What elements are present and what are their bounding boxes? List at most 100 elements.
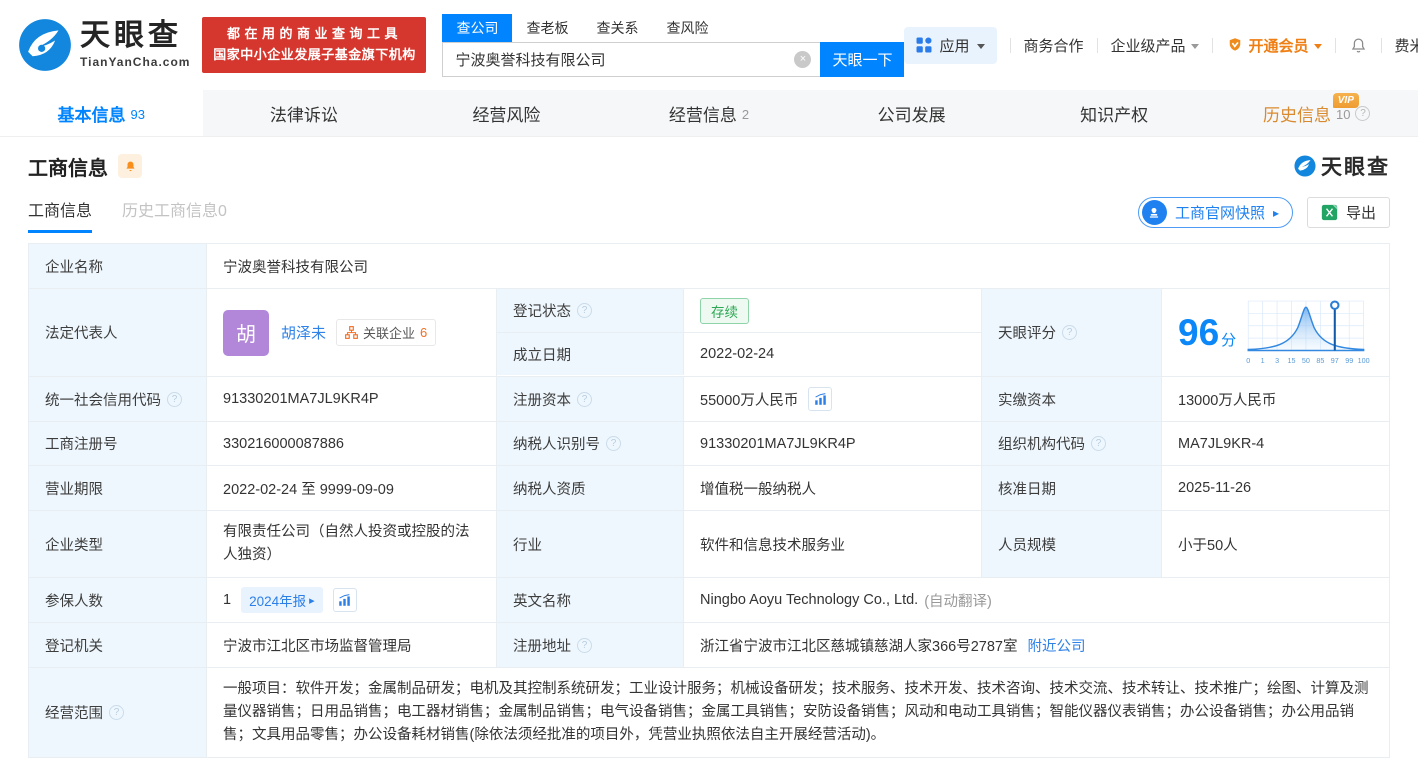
stamp-icon xyxy=(1141,200,1167,225)
field-label: 营业期限 xyxy=(29,466,206,510)
table-row: 经营范围 ? 一般项目：软件开发；金属制品研发；电机及其控制系统研发；工业设计服… xyxy=(29,667,1389,757)
field-label: 注册地址 ? xyxy=(496,623,683,667)
notifications-button[interactable] xyxy=(1349,36,1368,55)
search-input[interactable] xyxy=(442,41,821,77)
nearby-companies-link[interactable]: 附近公司 xyxy=(1027,635,1085,656)
help-icon[interactable]: ? xyxy=(606,436,621,451)
monitor-bell-button[interactable] xyxy=(118,154,142,178)
search-button[interactable]: 天眼一下 xyxy=(820,41,905,77)
table-row: 工商注册号 330216000087886 纳税人识别号 ? 91330201M… xyxy=(29,421,1389,465)
search-tab-boss[interactable]: 查老板 xyxy=(512,14,582,42)
bell-icon xyxy=(125,161,135,171)
tab-history-info[interactable]: VIP 历史信息 10 ? xyxy=(1215,90,1418,136)
svg-text:1: 1 xyxy=(1261,355,1265,364)
search-tab-risk[interactable]: 查风险 xyxy=(652,14,722,42)
svg-text:85: 85 xyxy=(1317,355,1325,364)
search-tabs: 查公司 查老板 查关系 查风险 xyxy=(442,13,904,42)
svg-text:15: 15 xyxy=(1288,355,1296,364)
english-name-cell: Ningbo Aoyu Technology Co., Ltd. (自动翻译) xyxy=(683,578,1389,622)
help-icon[interactable]: ? xyxy=(1355,105,1371,121)
help-icon[interactable]: ? xyxy=(577,391,592,407)
field-label: 工商注册号 xyxy=(29,422,206,465)
field-label: 核准日期 xyxy=(981,466,1161,510)
org-chart-icon xyxy=(345,326,358,339)
export-button[interactable]: 导出 xyxy=(1306,197,1390,228)
tab-intellectual-property[interactable]: 知识产权 xyxy=(1013,90,1216,136)
help-icon[interactable]: ? xyxy=(577,637,592,653)
table-row: 法定代表人 胡 胡泽未 关联企业 6 登记状态 ? 存续 成立日期 2022-0… xyxy=(29,288,1389,376)
industry-value: 软件和信息技术服务业 xyxy=(683,511,981,577)
apps-label: 应用 xyxy=(939,37,970,55)
excel-icon xyxy=(1321,204,1338,221)
svg-text:50: 50 xyxy=(1302,355,1310,364)
tab-company-development[interactable]: 公司发展 xyxy=(810,90,1013,136)
credit-code-value: 91330201MA7JL9KR4P xyxy=(206,377,496,421)
clear-search-icon[interactable]: × xyxy=(794,50,812,68)
table-row: 企业名称 宁波奥誉科技有限公司 xyxy=(29,244,1389,288)
apps-grid-icon xyxy=(916,37,932,53)
score-distribution-chart: 0 1 3 15 50 85 97 99 100 xyxy=(1246,299,1370,364)
tianyancha-logo-icon xyxy=(19,19,71,71)
score-cell: 96 分 0 1 3 15 50 85 97 99 100 xyxy=(1161,289,1389,376)
field-label: 纳税人资质 xyxy=(496,466,683,510)
svg-text:99: 99 xyxy=(1345,355,1353,364)
help-icon[interactable]: ? xyxy=(1091,436,1106,451)
top-nav: 应用 商务合作 企业级产品 开通会员 费米 xyxy=(904,26,1418,64)
field-label: 行业 xyxy=(496,511,683,577)
business-info-table: 企业名称 宁波奥誉科技有限公司 法定代表人 胡 胡泽未 关联企业 6 登记状态 … xyxy=(28,243,1390,758)
est-date-value: 2022-02-24 xyxy=(683,333,981,375)
taxpayer-quality-value: 增值税一般纳税人 xyxy=(683,466,981,510)
nav-open-vip[interactable]: 开通会员 xyxy=(1226,35,1322,56)
reg-number-value: 330216000087886 xyxy=(206,422,496,465)
field-label: 法定代表人 xyxy=(29,289,206,376)
field-label: 人员规模 xyxy=(981,511,1161,577)
official-snapshot-button[interactable]: 工商官网快照 ▸ xyxy=(1137,197,1293,228)
help-icon[interactable]: ? xyxy=(167,391,182,407)
slogan-line-1: 都在用的商业查询工具 xyxy=(226,26,402,42)
top-header: 天眼查 TianYanCha.com 都在用的商业查询工具 国家中小企业发展子基… xyxy=(0,0,1418,90)
annual-report-tag[interactable]: 2024年报 ▸ xyxy=(241,587,323,613)
field-label: 英文名称 xyxy=(496,578,683,622)
nav-biz-cooperation[interactable]: 商务合作 xyxy=(1024,35,1084,56)
score-marker-pin xyxy=(1330,299,1340,310)
org-code-value: MA7JL9KR-4 xyxy=(1161,422,1389,465)
field-label: 统一社会信用代码 ? xyxy=(29,377,206,421)
taxpayer-id-value: 91330201MA7JL9KR4P xyxy=(683,422,981,465)
search-tab-relation[interactable]: 查关系 xyxy=(582,14,652,42)
tab-basic-info[interactable]: 基本信息 93 xyxy=(0,90,203,136)
user-menu[interactable]: 费米 xyxy=(1395,35,1418,56)
help-icon[interactable]: ? xyxy=(1062,325,1077,340)
help-icon[interactable]: ? xyxy=(109,705,124,720)
tab-legal-proceedings[interactable]: 法律诉讼 xyxy=(203,90,406,136)
help-icon[interactable]: ? xyxy=(577,303,592,318)
field-label: 登记状态 ? xyxy=(497,289,683,332)
field-label: 纳税人识别号 ? xyxy=(496,422,683,465)
score-unit: 分 xyxy=(1221,332,1237,349)
tab-operation-risk[interactable]: 经营风险 xyxy=(405,90,608,136)
legal-rep-name-link[interactable]: 胡泽未 xyxy=(281,322,326,343)
legal-rep-cell: 胡 胡泽未 关联企业 6 xyxy=(206,289,496,376)
tab-operation-info[interactable]: 经营信息 2 xyxy=(608,90,811,136)
chevron-down-icon xyxy=(1313,43,1322,49)
subtab-business-info[interactable]: 工商信息 xyxy=(28,197,93,233)
section-title: 工商信息 xyxy=(28,157,108,180)
tianyancha-logo[interactable]: 天眼查 TianYanCha.com xyxy=(18,18,190,72)
svg-text:97: 97 xyxy=(1331,355,1339,364)
business-scope-value: 一般项目：软件开发；金属制品研发；电机及其控制系统研发；工业设计服务；机械设备研… xyxy=(223,681,1369,744)
field-label: 注册资本 ? xyxy=(496,377,683,421)
related-companies-badge[interactable]: 关联企业 6 xyxy=(336,319,437,346)
subtab-history-business-info[interactable]: 历史工商信息0 xyxy=(122,197,227,230)
insured-trend-icon[interactable] xyxy=(332,588,357,612)
legal-rep-avatar[interactable]: 胡 xyxy=(223,309,269,356)
capital-trend-icon[interactable] xyxy=(808,387,833,411)
vip-badge: VIP xyxy=(1332,93,1359,108)
insured-count-cell: 1 2024年报 ▸ xyxy=(206,578,496,622)
auto-translate-note: (自动翻译) xyxy=(924,593,992,610)
reg-capital-cell: 55000万人民币 xyxy=(683,377,981,421)
main-content: 工商信息 天眼查 工商信息 历史工商信息0 工商官网快照 ▸ 导出 企业名称 宁… xyxy=(0,137,1418,758)
search-tab-company[interactable]: 查公司 xyxy=(442,13,513,42)
score-value: 96 xyxy=(1178,312,1220,353)
nav-enterprise-product[interactable]: 企业级产品 xyxy=(1111,35,1199,56)
field-label: 成立日期 xyxy=(497,333,683,375)
apps-menu-button[interactable]: 应用 xyxy=(904,26,997,64)
